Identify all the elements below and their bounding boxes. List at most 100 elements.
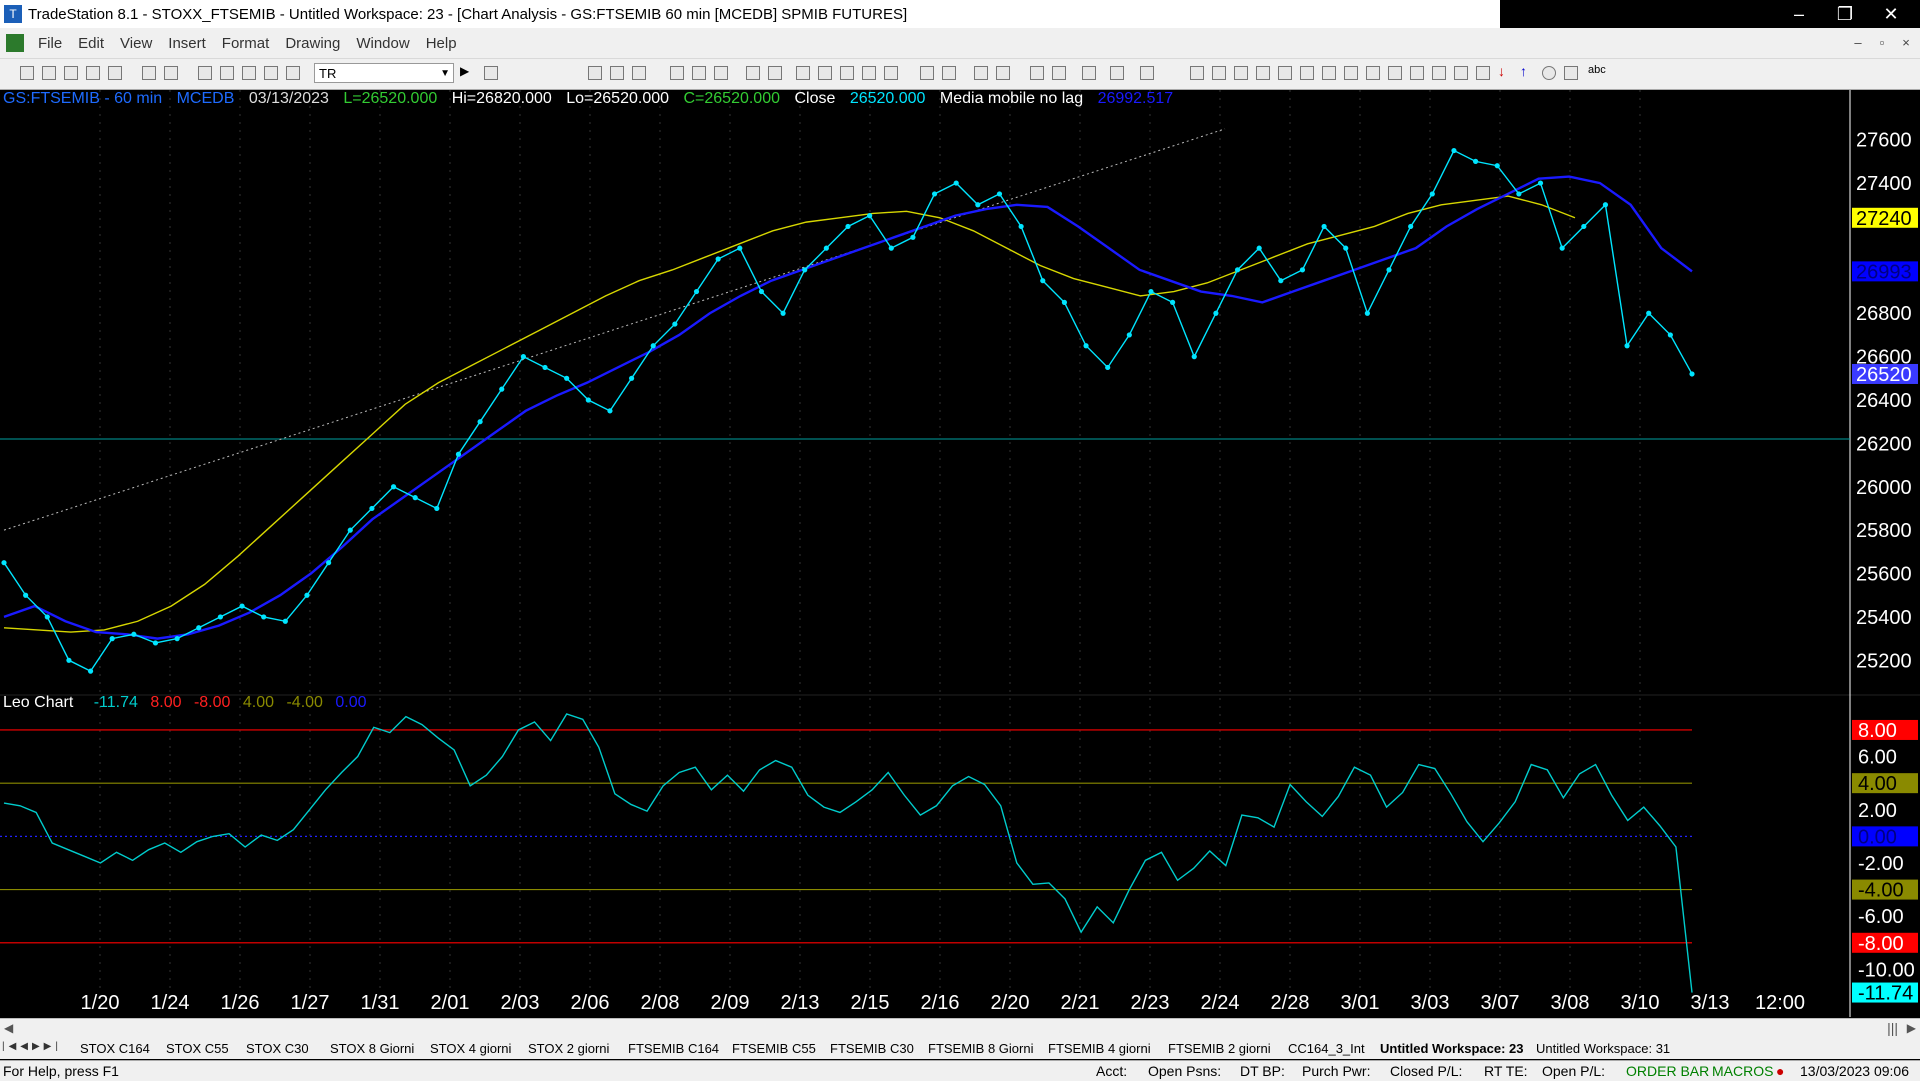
chart-table-icon[interactable] xyxy=(632,66,646,80)
zoom-out-icon[interactable] xyxy=(996,66,1010,80)
chart-style-icon[interactable] xyxy=(588,66,602,80)
folder-icon[interactable] xyxy=(108,66,122,80)
price-point xyxy=(672,321,678,327)
menu-edit[interactable]: Edit xyxy=(70,35,112,52)
window-arrange-icon[interactable] xyxy=(198,66,212,80)
bar-icon[interactable] xyxy=(840,66,854,80)
vertical-lines-icon[interactable] xyxy=(1212,66,1226,80)
gann-icon[interactable] xyxy=(1322,66,1336,80)
rectangle-icon[interactable] xyxy=(1564,66,1578,80)
minimize-icon[interactable]: ‒ xyxy=(1776,0,1822,28)
print-icon[interactable] xyxy=(142,66,156,80)
tab-stox-c164[interactable]: STOX C164 xyxy=(80,1041,150,1056)
refresh-icon[interactable] xyxy=(714,66,728,80)
menu-drawing[interactable]: Drawing xyxy=(277,35,348,52)
zoom-in-icon[interactable] xyxy=(974,66,988,80)
horizontal-lines-icon[interactable] xyxy=(1234,66,1248,80)
arrow-up-icon[interactable]: ↑ xyxy=(1520,63,1534,79)
export-icon[interactable] xyxy=(1110,66,1124,80)
scroll-left-icon[interactable]: ◀ xyxy=(4,1021,13,1035)
brush-icon[interactable] xyxy=(1432,66,1446,80)
tab-ftsemib-c55[interactable]: FTSEMIB C55 xyxy=(732,1041,816,1056)
tradestation-app-icon[interactable]: T xyxy=(4,5,22,23)
tab-stox-c55[interactable]: STOX C55 xyxy=(166,1041,229,1056)
lock-icon[interactable] xyxy=(242,66,256,80)
chart-area[interactable]: 1/20 1/24 1/26 1/27 1/31 2/01 2/03 2/06 2/08 2/09… xyxy=(0,90,1920,1017)
subchart-value-3: -8.00 xyxy=(193,694,231,711)
tools-drawing-icon[interactable] xyxy=(1082,66,1096,80)
close-icon[interactable]: ✕ xyxy=(1868,0,1914,28)
format-window-icon[interactable] xyxy=(768,66,782,80)
pencil-icon[interactable] xyxy=(1454,66,1468,80)
tab-stox-8-giorni[interactable]: STOX 8 Giorni xyxy=(330,1041,414,1056)
tab-untitled-workspace-23[interactable]: Untitled Workspace: 23 xyxy=(1380,1041,1524,1056)
cycle-icon[interactable] xyxy=(1344,66,1358,80)
status-order-bar[interactable]: ORDER BAR xyxy=(1626,1063,1709,1079)
disabled-icon[interactable] xyxy=(1140,66,1154,80)
status-macros[interactable]: MACROS xyxy=(1712,1063,1773,1079)
arrow-down-icon[interactable]: ↓ xyxy=(1498,63,1512,79)
menu-insert[interactable]: Insert xyxy=(160,35,214,52)
channel-icon[interactable] xyxy=(1300,66,1314,80)
ellipse-icon[interactable] xyxy=(1542,66,1556,80)
print-preview-icon[interactable] xyxy=(164,66,178,80)
mdi-close-icon[interactable]: × xyxy=(1896,32,1916,52)
ruler-icon[interactable] xyxy=(1388,66,1402,80)
hand-icon[interactable] xyxy=(1052,66,1066,80)
format-icon[interactable] xyxy=(746,66,760,80)
tab-untitled-workspace-31[interactable]: Untitled Workspace: 31 xyxy=(1536,1041,1670,1056)
menu-view[interactable]: View xyxy=(112,35,160,52)
indicator-icon[interactable] xyxy=(670,66,684,80)
trendline-icon[interactable] xyxy=(1190,66,1204,80)
text-tool-icon[interactable]: abc xyxy=(1588,64,1612,78)
tab-stox-4-giorni[interactable]: STOX 4 giorni xyxy=(430,1041,511,1056)
tools-icon[interactable] xyxy=(264,66,278,80)
tab-cc164-3-int[interactable]: CC164_3_Int xyxy=(1288,1041,1365,1056)
menu-help[interactable]: Help xyxy=(418,35,465,52)
new-icon[interactable] xyxy=(20,66,34,80)
chart-canvas[interactable]: 1/20 1/24 1/26 1/27 1/31 2/01 2/03 2/06 2/08 2/09… xyxy=(0,90,1920,1017)
pen-icon[interactable] xyxy=(1476,66,1490,80)
data-window-icon[interactable] xyxy=(796,66,810,80)
chart-grid-icon[interactable] xyxy=(610,66,624,80)
open-workspace-icon[interactable] xyxy=(64,66,78,80)
new-workspace-icon[interactable] xyxy=(86,66,100,80)
strategy-icon[interactable] xyxy=(286,66,300,80)
candle-icon[interactable] xyxy=(862,66,876,80)
tab-stox-2-giorni[interactable]: STOX 2 giorni xyxy=(528,1041,609,1056)
chart-window-icon[interactable] xyxy=(6,34,24,52)
expand-icon[interactable] xyxy=(920,66,934,80)
symbol-combo[interactable]: TR ▼ xyxy=(314,63,454,83)
line-chart-icon[interactable] xyxy=(884,66,898,80)
restore-icon[interactable]: ❐ xyxy=(1822,0,1868,28)
scroll-grip-icon[interactable]: ||| xyxy=(1887,1020,1898,1036)
search-icon[interactable] xyxy=(484,66,498,80)
fibonacci-icon[interactable] xyxy=(1256,66,1270,80)
price-point xyxy=(650,343,656,349)
tab-ftsemib-4-giorni[interactable]: FTSEMIB 4 giorni xyxy=(1048,1041,1151,1056)
menu-window[interactable]: Window xyxy=(348,35,417,52)
angle-icon[interactable] xyxy=(1278,66,1292,80)
open-icon[interactable] xyxy=(42,66,56,80)
strategy-insert-icon[interactable] xyxy=(692,66,706,80)
arc-icon[interactable] xyxy=(1410,66,1424,80)
menu-file[interactable]: File xyxy=(30,35,70,52)
tab-ftsemib-c164[interactable]: FTSEMIB C164 xyxy=(628,1041,719,1056)
chevron-down-icon[interactable]: ▼ xyxy=(440,64,450,84)
horizontal-scrollbar[interactable]: ◀ ||| ▶ xyxy=(0,1018,1920,1039)
mdi-minimize-icon[interactable]: – xyxy=(1848,32,1868,52)
speed-lines-icon[interactable] xyxy=(1366,66,1380,80)
link-icon[interactable] xyxy=(818,66,832,80)
mdi-restore-icon[interactable]: ▫ xyxy=(1872,32,1892,52)
play-arrow-icon[interactable]: ▶ xyxy=(460,64,474,78)
menu-format[interactable]: Format xyxy=(214,35,278,52)
tab-ftsemib-8-giorni[interactable]: FTSEMIB 8 Giorni xyxy=(928,1041,1033,1056)
tab-stox-c30[interactable]: STOX C30 xyxy=(246,1041,309,1056)
pointer-icon[interactable] xyxy=(1030,66,1044,80)
tab-ftsemib-2-giorni[interactable]: FTSEMIB 2 giorni xyxy=(1168,1041,1271,1056)
window-tile-icon[interactable] xyxy=(220,66,234,80)
scroll-right-icon[interactable]: ▶ xyxy=(1907,1021,1916,1035)
tab-navigation-icon[interactable]: |◀◀▶▶| xyxy=(2,1041,62,1052)
compress-icon[interactable] xyxy=(942,66,956,80)
tab-ftsemib-c30[interactable]: FTSEMIB C30 xyxy=(830,1041,914,1056)
